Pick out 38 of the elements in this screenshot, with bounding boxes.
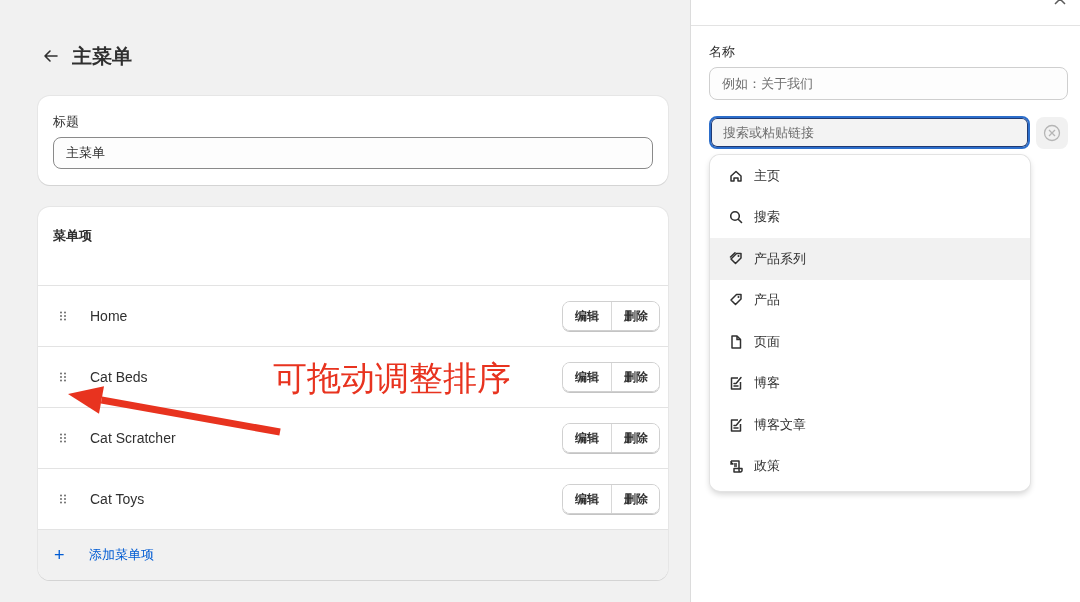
dropdown-option[interactable]: 博客文章 [710,404,1030,446]
menu-item-label: Cat Toys [90,491,145,507]
menu-item-label: Cat Scratcher [90,430,176,446]
dropdown-option[interactable]: 产品 [710,279,1030,321]
field-label: 名称 [709,43,735,61]
dropdown-option[interactable]: 博客 [710,362,1030,404]
drag-handle-icon[interactable] [59,494,67,504]
dropdown-option[interactable]: 主页 [710,155,1030,197]
menu-item-label: Home [90,308,128,324]
drag-handle-icon[interactable] [59,311,67,321]
edit-note-icon [728,416,744,433]
drag-handle-icon[interactable] [59,372,67,382]
dropdown-option[interactable]: 产品系列 [710,238,1030,280]
page-icon [728,333,744,350]
dropdown-option[interactable]: 页面 [710,321,1030,363]
name-input-field[interactable]: 例如：关于我们 [709,67,1068,100]
plus-icon[interactable]: + [54,544,65,566]
back-arrow-icon[interactable] [42,47,60,65]
edit-note-icon [728,375,744,392]
card-heading: 菜单项 [53,227,92,245]
dropdown-option[interactable]: 政策 [710,445,1030,487]
delete-button[interactable]: 删除 [611,302,659,330]
field-label: 标题 [53,113,79,131]
delete-button[interactable]: 删除 [611,424,659,452]
annotation-text: 可拖动调整排序 [273,358,511,399]
title-input-field[interactable]: 主菜单 [53,137,653,169]
menu-item-label: Cat Beds [90,369,148,385]
tags-icon [728,250,744,267]
dropdown-option[interactable]: 搜索 [710,196,1030,238]
clear-icon [1043,123,1061,142]
delete-button[interactable]: 删除 [611,363,659,391]
delete-button[interactable]: 删除 [611,485,659,513]
link-search-field[interactable]: 搜索或粘贴链接 [709,116,1030,149]
page-title: 主菜单 [72,43,132,69]
scroll-icon [728,458,744,475]
add-menu-item-link[interactable]: 添加菜单项 [88,546,154,564]
search-icon [728,209,744,226]
drag-handle-icon[interactable] [59,433,67,443]
